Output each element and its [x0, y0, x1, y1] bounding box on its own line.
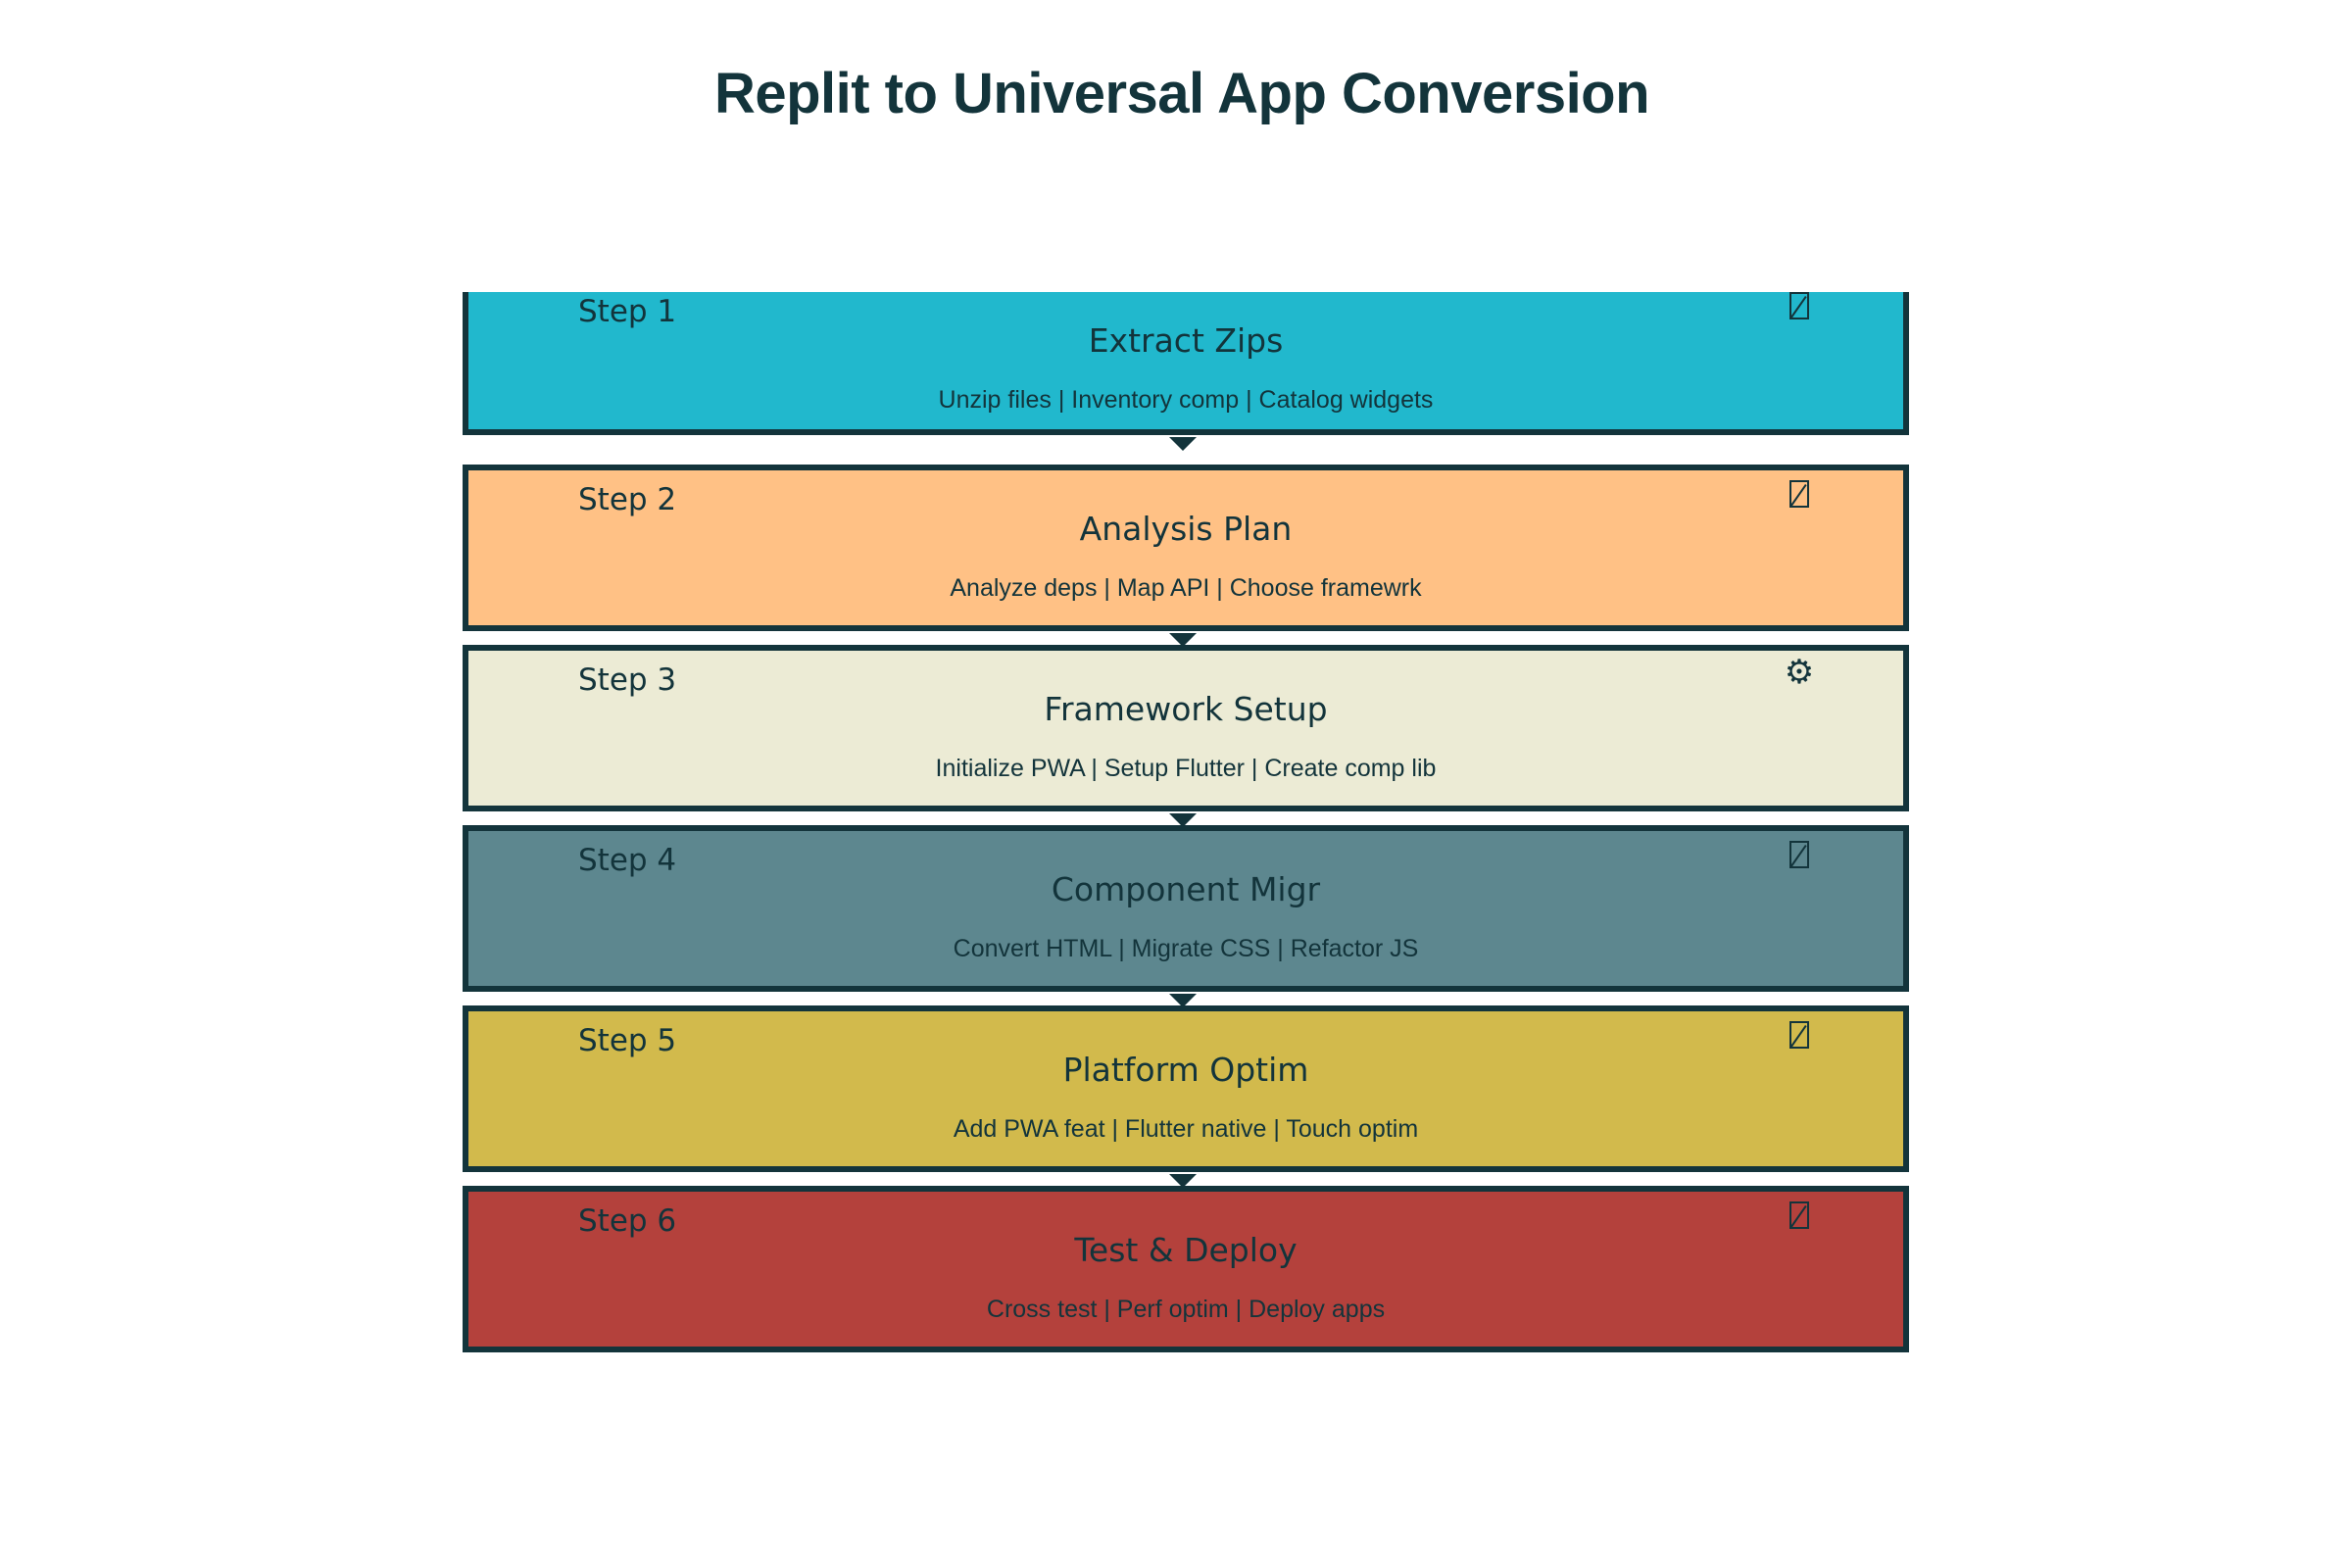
missing-glyph-icon [1789, 480, 1809, 508]
step-box-2: Step 2 Analysis Plan Analyze deps | Map AP… [463, 465, 1909, 631]
step-title: Extract Zips [1088, 321, 1284, 360]
step-description: Add PWA feat | Flutter native | Touch op… [953, 1115, 1419, 1143]
flowchart: Step 1 Extract Zips Unzip files | Inventor… [0, 0, 2352, 1568]
step-title: Test & Deploy [1074, 1231, 1298, 1269]
step-box-3: Step 3 Framework Setup Initialize PWA | Se… [463, 645, 1909, 811]
step-description: Initialize PWA | Setup Flutter | Create … [935, 755, 1437, 782]
step-box-5: Step 5 Platform Optim Add PWA feat | Flutt… [463, 1005, 1909, 1172]
step-title: Platform Optim [1062, 1051, 1309, 1089]
missing-glyph-icon [1789, 1201, 1809, 1229]
step-description: Convert HTML | Migrate CSS | Refactor JS [953, 935, 1419, 962]
step-description: Unzip files | Inventory comp | Catalog w… [938, 386, 1434, 414]
step-description: Cross test | Perf optim | Deploy apps [986, 1296, 1386, 1323]
missing-glyph-icon [1789, 1021, 1809, 1049]
connector-arrow [1169, 437, 1197, 451]
missing-glyph-icon [1789, 292, 1809, 319]
step-box-1: Step 1 Extract Zips Unzip files | Inventor… [463, 292, 1909, 435]
gear-icon: ⚙ [1784, 653, 1815, 692]
step-box-6: Step 6 Test & Deploy Cross test | Perf opt… [463, 1186, 1909, 1352]
step-title: Framework Setup [1044, 690, 1328, 728]
step-title: Analysis Plan [1079, 510, 1293, 548]
step-box-4: Step 4 Component Migr Convert HTML | Migra… [463, 825, 1909, 992]
step-title: Component Migr [1051, 870, 1321, 908]
missing-glyph-icon [1789, 841, 1809, 868]
step-description: Analyze deps | Map API | Choose framewrk [950, 574, 1422, 602]
